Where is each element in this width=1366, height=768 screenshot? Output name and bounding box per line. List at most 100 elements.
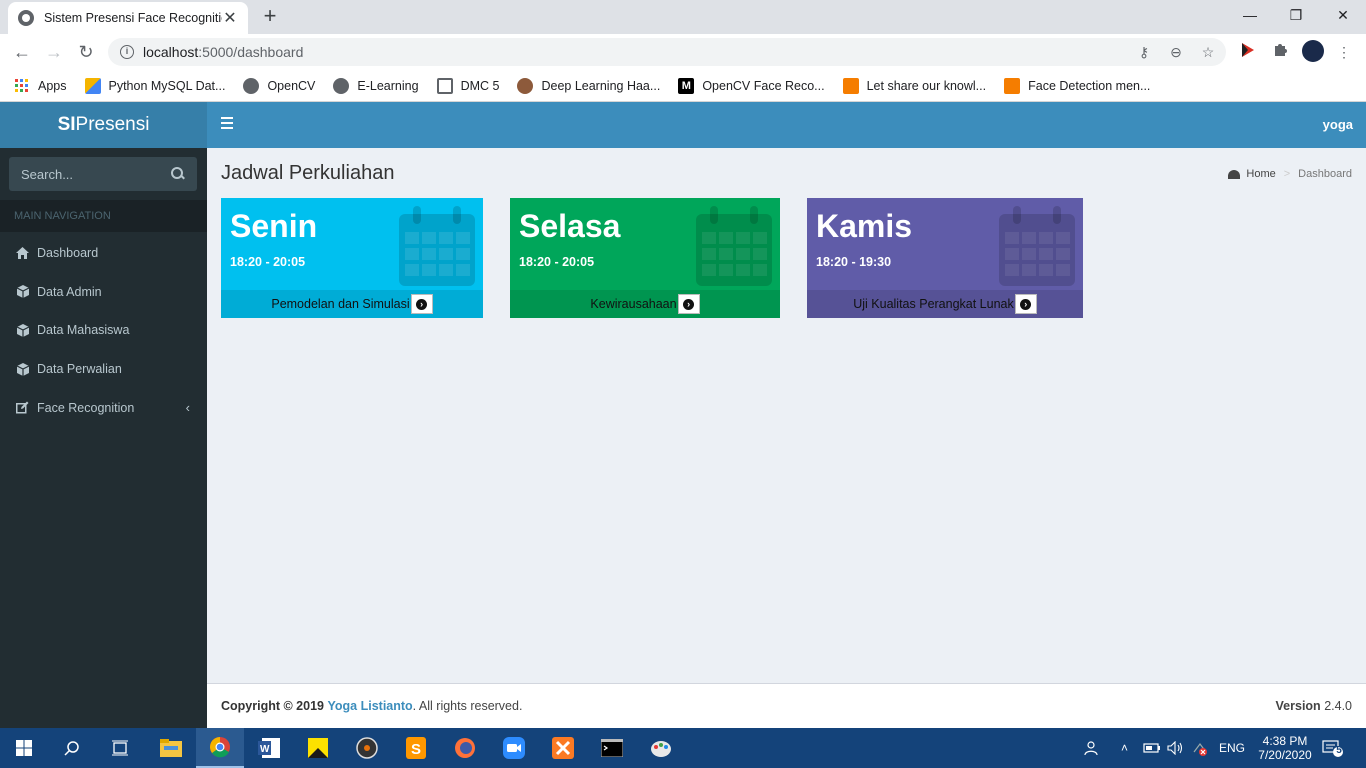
calendar-icon bbox=[399, 206, 475, 286]
sidebar-item-data-mahasiswa[interactable]: Data Mahasiswa bbox=[0, 311, 207, 350]
arrow-circle-right-icon[interactable]: › bbox=[677, 294, 700, 314]
schedule-box-senin: Senin 18:20 - 20:05 Pemodelan dan Simula… bbox=[221, 198, 483, 318]
media-player-icon[interactable] bbox=[343, 728, 391, 768]
bookmark-label: Face Detection men... bbox=[1028, 78, 1151, 93]
volume-icon[interactable] bbox=[1167, 728, 1185, 768]
course-name: Uji Kualitas Perangkat Lunak bbox=[853, 297, 1014, 311]
language-indicator[interactable]: ENG bbox=[1219, 728, 1245, 768]
sidebar-item-label: Dashboard bbox=[37, 246, 99, 261]
bookmark-apps[interactable]: Apps bbox=[14, 78, 67, 94]
box-footer-link[interactable]: Uji Kualitas Perangkat Lunak › bbox=[807, 290, 1083, 318]
user-menu[interactable]: yoga bbox=[1323, 102, 1353, 148]
breadcrumb-current: Dashboard bbox=[1298, 168, 1352, 180]
home-icon bbox=[16, 247, 29, 260]
arrow-circle-right-icon[interactable]: › bbox=[410, 294, 433, 314]
arrow-circle-right-icon[interactable]: › bbox=[1014, 294, 1037, 314]
browser-tab[interactable]: Sistem Presensi Face Recognition ✕ bbox=[8, 2, 248, 34]
tab-title: Sistem Presensi Face Recognition bbox=[44, 11, 222, 25]
box-footer-link[interactable]: Pemodelan dan Simulasi › bbox=[221, 290, 483, 318]
network-disconnected-icon[interactable] bbox=[1192, 728, 1208, 768]
new-tab-button[interactable]: + bbox=[258, 4, 282, 28]
globe-icon bbox=[18, 10, 34, 26]
breadcrumb: Home > Dashboard bbox=[1228, 168, 1352, 180]
breadcrumb-separator: > bbox=[1283, 168, 1291, 180]
sidebar-item-label: Data Admin bbox=[37, 284, 102, 299]
app-logo[interactable]: SIPresensi bbox=[0, 102, 207, 148]
bookmark-label: DMC 5 bbox=[460, 78, 500, 93]
bookmark-label: OpenCV Face Reco... bbox=[702, 78, 825, 93]
schedule-time: 18:20 - 20:05 bbox=[230, 255, 306, 269]
bookmark-opencv-face[interactable]: M OpenCV Face Reco... bbox=[678, 77, 825, 94]
address-bar[interactable]: i localhost:5000/dashboard bbox=[108, 38, 1226, 66]
sidebar-item-data-admin[interactable]: Data Admin bbox=[0, 273, 207, 312]
clock[interactable]: 4:38 PM 7/20/2020 bbox=[1254, 728, 1316, 768]
clock-date: 7/20/2020 bbox=[1258, 748, 1312, 762]
bookmark-face-detection[interactable]: Face Detection men... bbox=[1004, 77, 1151, 94]
word-icon[interactable]: W bbox=[245, 728, 293, 768]
terminal-icon[interactable] bbox=[588, 728, 636, 768]
chip-icon bbox=[436, 77, 453, 94]
menu-kebab-icon[interactable]: ⋮ bbox=[1334, 42, 1354, 62]
breadcrumb-home[interactable]: Home bbox=[1246, 168, 1275, 180]
app-footer: Copyright © 2019 Yoga Listianto. All rig… bbox=[207, 683, 1366, 728]
search-input[interactable] bbox=[21, 166, 171, 182]
xampp-icon[interactable] bbox=[539, 728, 587, 768]
bookmark-dmc5[interactable]: DMC 5 bbox=[436, 77, 500, 94]
chevron-up-icon[interactable]: ˄ bbox=[1121, 728, 1128, 768]
profile-avatar[interactable] bbox=[1302, 40, 1324, 62]
calendar-icon bbox=[696, 206, 772, 286]
blogger-icon bbox=[842, 77, 859, 94]
copyright-suffix: . All rights reserved. bbox=[412, 699, 523, 713]
back-button[interactable]: ← bbox=[10, 40, 34, 64]
sublime-text-icon[interactable]: S bbox=[392, 728, 440, 768]
sticky-notes-icon[interactable] bbox=[294, 728, 342, 768]
sidebar-item-dashboard[interactable]: Dashboard bbox=[0, 234, 207, 273]
extensions-puzzle-icon[interactable] bbox=[1270, 42, 1290, 62]
bookmark-deep-learning[interactable]: Deep Learning Haa... bbox=[517, 77, 660, 94]
zoom-app-icon[interactable] bbox=[490, 728, 538, 768]
bookmark-opencv[interactable]: OpenCV bbox=[243, 77, 315, 94]
windows-start-icon[interactable] bbox=[0, 728, 48, 768]
search-icon[interactable] bbox=[48, 728, 96, 768]
close-window-button[interactable]: ✕ bbox=[1320, 0, 1366, 30]
svg-text:W: W bbox=[260, 744, 270, 755]
notification-count: 5 bbox=[1336, 745, 1342, 756]
chrome-icon[interactable] bbox=[196, 728, 244, 768]
extension-red-icon[interactable] bbox=[1238, 42, 1258, 62]
forward-button[interactable]: → bbox=[42, 40, 66, 64]
sidebar-toggle-icon[interactable] bbox=[221, 117, 233, 131]
key-icon[interactable]: ⚷ bbox=[1134, 42, 1154, 62]
search-icon[interactable] bbox=[171, 167, 185, 181]
bookmark-label: E-Learning bbox=[357, 78, 419, 93]
box-footer-link[interactable]: Kewirausahaan › bbox=[510, 290, 780, 318]
action-center-icon[interactable]: 5 bbox=[1322, 728, 1344, 768]
bookmark-python-mysql[interactable]: Python MySQL Dat... bbox=[84, 77, 225, 94]
logo-rest: Presensi bbox=[75, 114, 150, 135]
task-view-icon[interactable] bbox=[96, 728, 144, 768]
dashboard-gauge-icon bbox=[1228, 169, 1241, 179]
paint-icon[interactable] bbox=[637, 728, 685, 768]
windows-taskbar: W S ˄ ENG 4:38 PM 7/20/2020 5 bbox=[0, 728, 1366, 768]
course-name: Pemodelan dan Simulasi bbox=[271, 297, 410, 311]
minimize-button[interactable]: — bbox=[1227, 0, 1273, 30]
firefox-icon[interactable] bbox=[441, 728, 489, 768]
bookmark-let-share[interactable]: Let share our knowl... bbox=[842, 77, 986, 94]
sidebar-item-data-perwalian[interactable]: Data Perwalian bbox=[0, 350, 207, 389]
people-icon[interactable] bbox=[1084, 728, 1100, 768]
site-info-icon[interactable]: i bbox=[120, 45, 134, 59]
bookmark-label: Apps bbox=[38, 78, 67, 93]
zoom-icon[interactable]: ⊖ bbox=[1166, 42, 1186, 62]
globe-icon bbox=[243, 77, 260, 94]
reload-button[interactable]: ↻ bbox=[74, 40, 98, 64]
close-tab-icon[interactable]: ✕ bbox=[222, 8, 238, 28]
sidebar-item-label: Data Mahasiswa bbox=[37, 323, 130, 338]
sidebar-item-face-recognition[interactable]: Face Recognition ‹ bbox=[0, 388, 207, 427]
bookmark-star-icon[interactable]: ☆ bbox=[1198, 42, 1218, 62]
battery-icon[interactable] bbox=[1143, 728, 1161, 768]
copyright-prefix: Copyright © 2019 bbox=[221, 699, 324, 713]
bookmark-elearning[interactable]: E-Learning bbox=[333, 77, 419, 94]
author-link[interactable]: Yoga Listianto bbox=[327, 699, 412, 713]
file-explorer-icon[interactable] bbox=[147, 728, 195, 768]
schedule-box-selasa: Selasa 18:20 - 20:05 Kewirausahaan › bbox=[510, 198, 780, 318]
restore-button[interactable]: ❐ bbox=[1273, 0, 1319, 30]
